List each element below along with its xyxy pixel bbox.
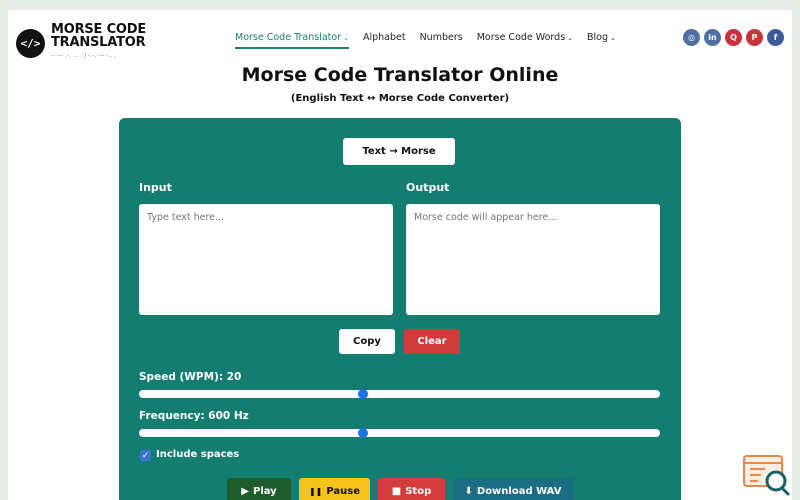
nav-morse-code-words[interactable]: Morse Code Words ⌄ — [477, 32, 573, 43]
nav-numbers[interactable]: Numbers — [420, 32, 463, 43]
nav-blog[interactable]: Blog ⌄ — [587, 32, 616, 43]
clear-button[interactable]: Clear — [404, 329, 460, 354]
logo-morse-tagline: -- --- .-. ... . / -.-. --- -.. . — [51, 53, 117, 59]
input-label: Input — [139, 181, 172, 194]
nav-alphabet[interactable]: Alphabet — [363, 32, 406, 43]
output-label: Output — [406, 181, 450, 194]
quora-icon[interactable]: Q — [725, 29, 742, 46]
nav-label: Blog — [587, 32, 609, 43]
input-textarea[interactable] — [139, 204, 393, 315]
facebook-icon[interactable]: f — [767, 29, 784, 46]
linkedin-icon[interactable]: in — [704, 29, 721, 46]
frequency-slider-thumb[interactable] — [358, 428, 369, 438]
chevron-down-icon: ⌄ — [343, 34, 349, 42]
frequency-slider[interactable] — [139, 428, 660, 438]
nav-label: Alphabet — [362, 32, 406, 43]
stop-label: Stop — [405, 485, 432, 497]
logo-code-icon: </> — [16, 28, 45, 58]
pinterest-icon[interactable]: P — [746, 29, 763, 46]
nav-morse-code-translator[interactable]: Morse Code Translator ⌄ — [235, 32, 349, 49]
download-label: Download WAV — [476, 485, 562, 497]
social-links: ◎ in Q P f — [683, 29, 784, 46]
speed-slider-thumb[interactable] — [358, 389, 369, 399]
nav-label: Morse Code Words — [476, 32, 566, 43]
download-icon: ⬇ — [464, 485, 473, 497]
play-button[interactable]: ▶ Play — [227, 478, 291, 500]
logo-line-2: TRANSLATOR — [51, 35, 146, 50]
pause-icon: ❚❚ — [308, 486, 323, 496]
include-spaces-label: Include spaces — [156, 449, 240, 460]
stop-icon: ■ — [391, 485, 402, 497]
pause-label: Pause — [326, 485, 361, 497]
instagram-icon[interactable]: ◎ — [683, 29, 700, 46]
mode-toggle-button[interactable]: Text → Morse — [343, 138, 455, 165]
frequency-label: Frequency: 600 Hz — [139, 410, 249, 422]
speed-label: Speed (WPM): 20 — [139, 371, 242, 383]
copy-button[interactable]: Copy — [339, 329, 395, 354]
main-nav: Morse Code Translator ⌄ Alphabet Numbers … — [235, 32, 616, 49]
nav-label: Morse Code Translator — [235, 32, 342, 43]
page-title: Morse Code Translator Online — [241, 64, 559, 86]
page-subtitle: (English Text ↔ Morse Code Converter) — [290, 93, 510, 104]
download-wav-button[interactable]: ⬇ Download WAV — [453, 478, 573, 500]
pause-button[interactable]: ❚❚ Pause — [299, 478, 370, 500]
play-label: Play — [252, 485, 277, 497]
page: </> MORSE CODE TRANSLATOR -- --- .-. ...… — [8, 10, 792, 500]
search-help-icon[interactable] — [743, 453, 791, 497]
output-textarea[interactable] — [406, 204, 660, 315]
include-spaces-checkbox[interactable]: ✓ — [140, 450, 151, 461]
translator-panel: Text → Morse Input Output Copy Clear Spe… — [119, 118, 681, 500]
nav-label: Numbers — [419, 32, 463, 43]
chevron-down-icon: ⌄ — [567, 34, 574, 42]
speed-slider[interactable] — [139, 389, 660, 399]
play-icon: ▶ — [241, 485, 249, 497]
site-logo[interactable]: </> MORSE CODE TRANSLATOR -- --- .-. ...… — [16, 23, 146, 63]
logo-text: MORSE CODE TRANSLATOR -- --- .-. ... . /… — [51, 23, 146, 63]
chevron-down-icon: ⌄ — [610, 34, 616, 42]
stop-button[interactable]: ■ Stop — [378, 478, 445, 500]
